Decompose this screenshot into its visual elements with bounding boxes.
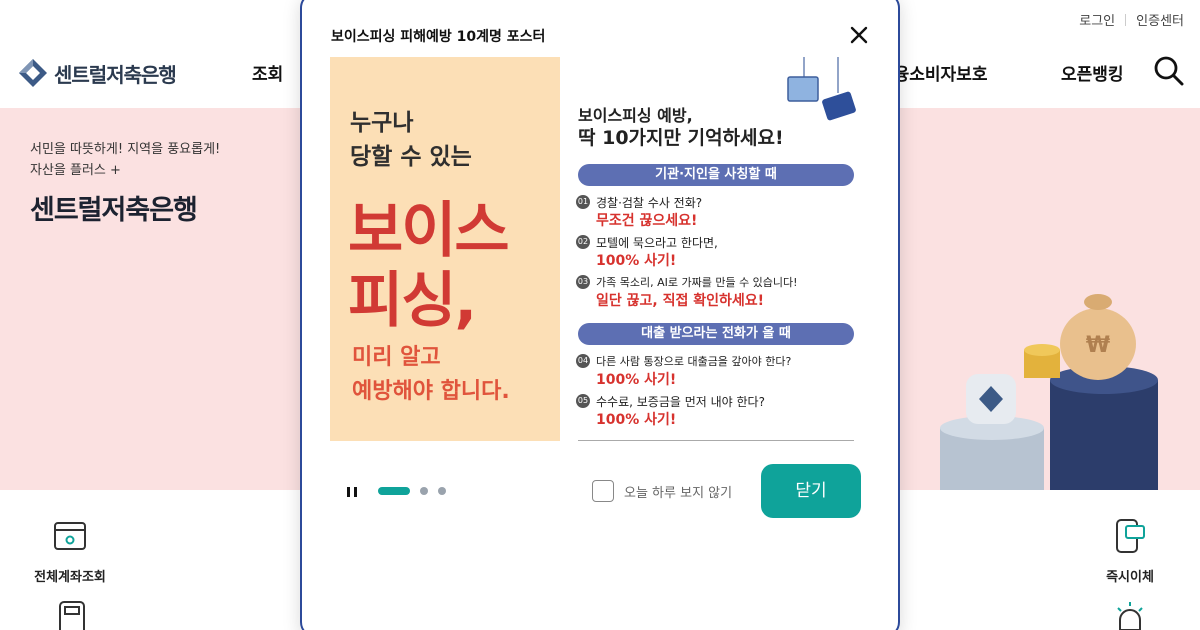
hero-bank-name: 센트럴저축은행 xyxy=(30,195,198,226)
popup-controls: 오늘 하루 보지 않기 닫기 xyxy=(302,464,898,524)
poster-item-number: 03 xyxy=(576,275,590,289)
search-icon[interactable] xyxy=(1154,56,1184,86)
quick-item-instant-transfer[interactable]: 즉시이체 xyxy=(1090,518,1170,585)
checkbox-box[interactable] xyxy=(592,480,614,502)
quick-item-otp[interactable] xyxy=(54,600,88,630)
bank-logo-icon xyxy=(19,59,47,87)
quick-item-alarm[interactable] xyxy=(1112,600,1148,630)
pause-icon[interactable] xyxy=(344,484,360,500)
poster-item-answer: 100% 사기! xyxy=(596,412,677,428)
poster-item: 02 모텔에 묵으라고 한다면, xyxy=(576,234,718,251)
quick-item-label: 즉시이체 xyxy=(1106,570,1154,585)
quick-item-label: 전체계좌조회 xyxy=(34,570,106,585)
poster-item: 04 다른 사람 통장으로 대출금을 갚아야 한다? xyxy=(576,353,792,369)
divider xyxy=(578,440,854,441)
hero-slogan-line1: 서민을 따뜻하게! 지역을 풍요롭게! xyxy=(30,142,221,157)
svg-text:₩: ₩ xyxy=(1086,333,1110,358)
quick-item-all-accounts[interactable]: 전체계좌조회 xyxy=(30,518,110,585)
poster-headline: 피싱, xyxy=(348,266,477,336)
hero-slogan-line2: 자산을 플러스 + xyxy=(30,163,121,178)
poster-item: 01 경찰·검찰 수사 전화? xyxy=(576,194,703,211)
poster-image: 누구나 당할 수 있는 보이스 피싱, 미리 알고 예방해야 합니다. 보이스피… xyxy=(330,57,860,441)
slide-indicator xyxy=(378,487,446,495)
bank-logo[interactable]: 센트럴저축은행 xyxy=(18,58,177,88)
poster-item: 05 수수료, 보증금을 먼저 내야 한다? xyxy=(576,393,765,410)
calculator-icon xyxy=(59,601,85,630)
poster-text: 미리 알고 xyxy=(352,345,441,370)
slide-dot[interactable] xyxy=(438,487,446,495)
close-icon[interactable] xyxy=(848,24,870,46)
poster-item-answer: 일단 끊고, 직접 확인하세요! xyxy=(596,293,765,309)
nav-open-banking[interactable]: 오픈뱅킹 xyxy=(1061,60,1124,85)
poster-item-text: 수수료, 보증금을 먼저 내야 한다? xyxy=(596,395,765,409)
poster-item-number: 05 xyxy=(576,394,590,408)
account-list-icon xyxy=(54,522,86,550)
poster-item-answer: 100% 사기! xyxy=(596,372,677,388)
poster-item: 03 가족 목소리, AI로 가짜를 만들 수 있습니다! xyxy=(576,274,798,290)
poster-right-heading: 딱 10가지만 기억하세요! xyxy=(578,127,784,149)
poster-item-text: 다른 사람 통장으로 대출금을 갚아야 한다? xyxy=(596,355,792,368)
util-links: 로그인 인증센터 xyxy=(1079,10,1184,29)
poster-text: 당할 수 있는 xyxy=(350,144,472,170)
poster-item-answer: 무조건 끊으세요! xyxy=(596,213,698,229)
dont-show-today-label: 오늘 하루 보지 않기 xyxy=(624,485,733,501)
poster-item-number: 02 xyxy=(576,235,590,249)
login-link[interactable]: 로그인 xyxy=(1079,10,1115,29)
divider xyxy=(1125,13,1127,26)
poster-right-panel: 보이스피싱 예방, 딱 10가지만 기억하세요! 기관·지인을 사칭할 때 01… xyxy=(560,57,860,441)
auth-center-link[interactable]: 인증센터 xyxy=(1136,10,1184,29)
bank-name: 센트럴저축은행 xyxy=(54,62,177,87)
poster-item-text: 모텔에 묵으라고 한다면, xyxy=(596,236,718,250)
poster-item-number: 01 xyxy=(576,195,590,209)
dont-show-today-checkbox[interactable]: 오늘 하루 보지 않기 xyxy=(592,480,732,502)
popup-title: 보이스피싱 피해예방 10계명 포스터 xyxy=(331,29,546,45)
poster-section-bar: 대출 받으라는 전화가 올 때 xyxy=(578,323,854,345)
phishing-hook-icon xyxy=(787,57,856,121)
poster-item-number: 04 xyxy=(576,354,590,368)
poster-item-text: 가족 목소리, AI로 가짜를 만들 수 있습니다! xyxy=(596,276,798,289)
money-bag-illustration-icon: ₩ xyxy=(940,294,1158,490)
phone-transfer-icon xyxy=(1116,519,1145,553)
poster-item-text: 경찰·검찰 수사 전화? xyxy=(596,196,703,210)
alarm-siren-icon xyxy=(1117,602,1143,630)
poster-section-bar: 기관·지인을 사칭할 때 xyxy=(578,164,854,186)
poster-text: 누구나 xyxy=(350,110,414,136)
close-button[interactable]: 닫기 xyxy=(761,464,861,518)
nav-inquiry[interactable]: 조회 xyxy=(252,60,283,85)
poster-text: 예방해야 합니다. xyxy=(352,379,510,404)
slide-dot[interactable] xyxy=(378,487,410,495)
poster-left-panel: 누구나 당할 수 있는 보이스 피싱, 미리 알고 예방해야 합니다. xyxy=(330,57,560,441)
voice-phishing-popup: 보이스피싱 피해예방 10계명 포스터 누구나 당할 수 있는 보이스 피싱, … xyxy=(300,0,900,630)
slide-dot[interactable] xyxy=(420,487,428,495)
poster-item-answer: 100% 사기! xyxy=(596,253,677,269)
